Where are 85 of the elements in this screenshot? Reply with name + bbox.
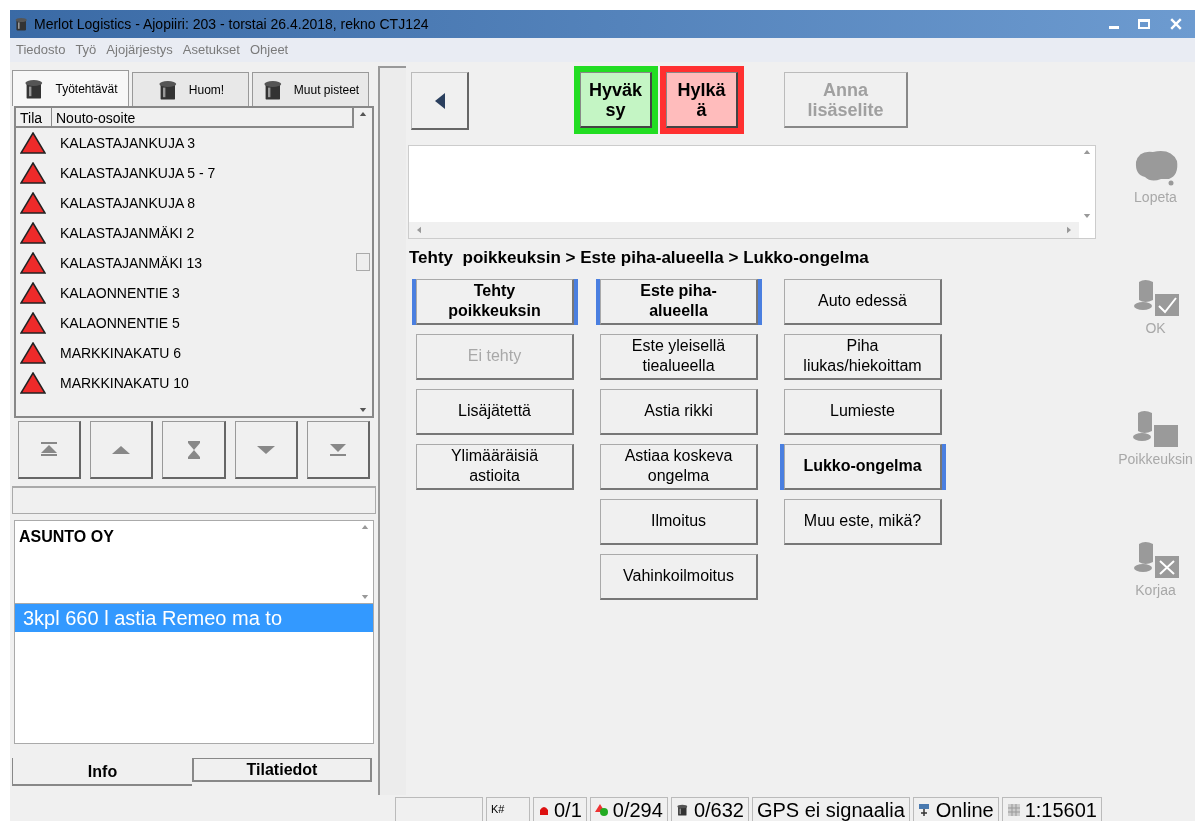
nav-button[interactable] [306, 421, 370, 479]
tab[interactable]: Muut pisteet [252, 72, 369, 106]
address-text: KALAONNENTIE 3 [60, 283, 180, 303]
network-icon [917, 802, 932, 817]
nav-button[interactable] [234, 421, 298, 479]
status-cell: 1:15601 [1001, 797, 1102, 821]
status-cell: 0/1 [533, 797, 587, 821]
scroll-down-arrow-icon[interactable] [361, 595, 369, 599]
scroll-up-arrow-icon[interactable] [359, 112, 367, 116]
column-header[interactable]: Tila [16, 108, 52, 126]
list-row[interactable]: KALASTAJANMÄKI 13 [16, 248, 354, 278]
scroll-up-arrow-icon[interactable] [361, 525, 369, 529]
scroll-up-arrow-icon[interactable] [1083, 150, 1091, 154]
warning-triangle-icon [20, 222, 46, 244]
bin-icon [675, 802, 690, 817]
menu-item[interactable]: Asetukset [182, 40, 240, 60]
address-text: KALASTAJANMÄKI 13 [60, 253, 203, 273]
back-button[interactable] [411, 72, 469, 130]
list-row[interactable]: KALASTAJANKUJA 8 [16, 188, 354, 218]
scroll-left-arrow-icon[interactable] [417, 226, 421, 234]
list-row[interactable]: MARKKINAKATU 6 [16, 338, 354, 368]
scroll-right-arrow-icon[interactable] [1067, 226, 1071, 234]
status-cell: 0/294 [589, 797, 668, 821]
scroll-thumb[interactable] [356, 253, 370, 271]
list-row[interactable]: KALASTAJANMÄKI 2 [16, 218, 354, 248]
choice-button[interactable]: Vahinkoilmoitus [600, 553, 758, 600]
nav-button[interactable] [162, 421, 226, 479]
customer-name: ASUNTO OY [18, 527, 115, 547]
back-arrow-icon [434, 92, 445, 109]
warning-triangle-icon [20, 372, 46, 394]
choice-button[interactable]: Lisäjätettä [416, 388, 574, 435]
warning-triangle-icon [20, 162, 46, 184]
breadcrumb: Tehty poikkeuksin > Este piha-alueella > Lukko-ongelma [409, 247, 870, 269]
warning-triangle-icon [20, 252, 46, 274]
choice-button[interactable]: Lumieste [784, 388, 942, 435]
choice-button[interactable]: Astiaa koskeva ongelma [600, 443, 758, 490]
shapes-icon [594, 802, 609, 817]
status-cell: 0/632 [670, 797, 749, 821]
splitter-bar[interactable] [378, 66, 406, 795]
column-header[interactable]: Nouto-osoite [52, 108, 354, 126]
choice-button[interactable]: Astia rikki [600, 388, 758, 435]
nav-button[interactable] [90, 421, 154, 479]
status-cell: K# [486, 797, 530, 821]
choice-button[interactable]: Este yleisellä tiealueella [600, 333, 758, 380]
status-cell: Online [912, 797, 999, 821]
close-icon [1170, 18, 1182, 30]
scroll-down-arrow-icon[interactable] [1083, 214, 1091, 218]
choice-button[interactable]: Muu este, mikä? [784, 498, 942, 545]
choice-button[interactable]: Auto edessä [784, 278, 942, 325]
choice-button[interactable]: Ilmoitus [600, 498, 758, 545]
list-row[interactable]: KALASTAJANKUJA 3 [16, 128, 354, 158]
empty-field[interactable] [12, 486, 376, 514]
person-box-icon [1130, 408, 1181, 449]
address-text: KALASTAJANKUJA 8 [60, 193, 196, 213]
list-row[interactable]: MARKKINAKATU 10 [16, 368, 354, 398]
menu-item[interactable]: Ohjeet [249, 40, 289, 60]
menu-item[interactable]: Tiedosto [16, 40, 66, 60]
warning-triangle-icon [20, 342, 46, 364]
tab[interactable]: Työtehtävät [12, 70, 129, 106]
address-text: KALASTAJANKUJA 5 - 7 [60, 163, 216, 183]
choice-button[interactable]: Ylimääräisiä astioita [416, 443, 574, 490]
list-row[interactable]: KALAONNENTIE 3 [16, 278, 354, 308]
tab[interactable]: Huom! [132, 72, 249, 106]
list-row[interactable]: KALASTAJANKUJA 5 - 7 [16, 158, 354, 188]
warning-triangle-icon [20, 312, 46, 334]
menu-item[interactable]: Työ [75, 40, 97, 60]
address-text: KALAONNENTIE 5 [60, 313, 180, 333]
tab[interactable]: Tilatiedot [192, 758, 372, 782]
map-icon [1006, 802, 1021, 817]
app-icon [14, 16, 30, 32]
address-text: MARKKINAKATU 10 [60, 373, 189, 393]
warning-triangle-icon [20, 132, 46, 154]
warning-triangle-icon [20, 192, 46, 214]
list-row[interactable]: KALAONNENTIE 5 [16, 308, 354, 338]
address-text: MARKKINAKATU 6 [60, 343, 182, 363]
text-area[interactable] [408, 145, 1096, 239]
address-text: KALASTAJANMÄKI 2 [60, 223, 195, 243]
status-cell: GPS ei signaalia [751, 797, 910, 821]
choice-button[interactable]: Piha liukas/hiekoittam [784, 333, 942, 380]
nav-button[interactable] [18, 421, 82, 479]
scroll-down-arrow-icon[interactable] [359, 408, 367, 412]
menu-item[interactable]: Ajojärjestys [106, 40, 173, 60]
address-text: KALASTAJANKUJA 3 [60, 133, 196, 153]
window-title: Merlot Logistics - Ajopiiri: 203 - torstai 26.4.2018, rekno CTJ124 [34, 14, 429, 34]
warning-triangle-icon [20, 282, 46, 304]
